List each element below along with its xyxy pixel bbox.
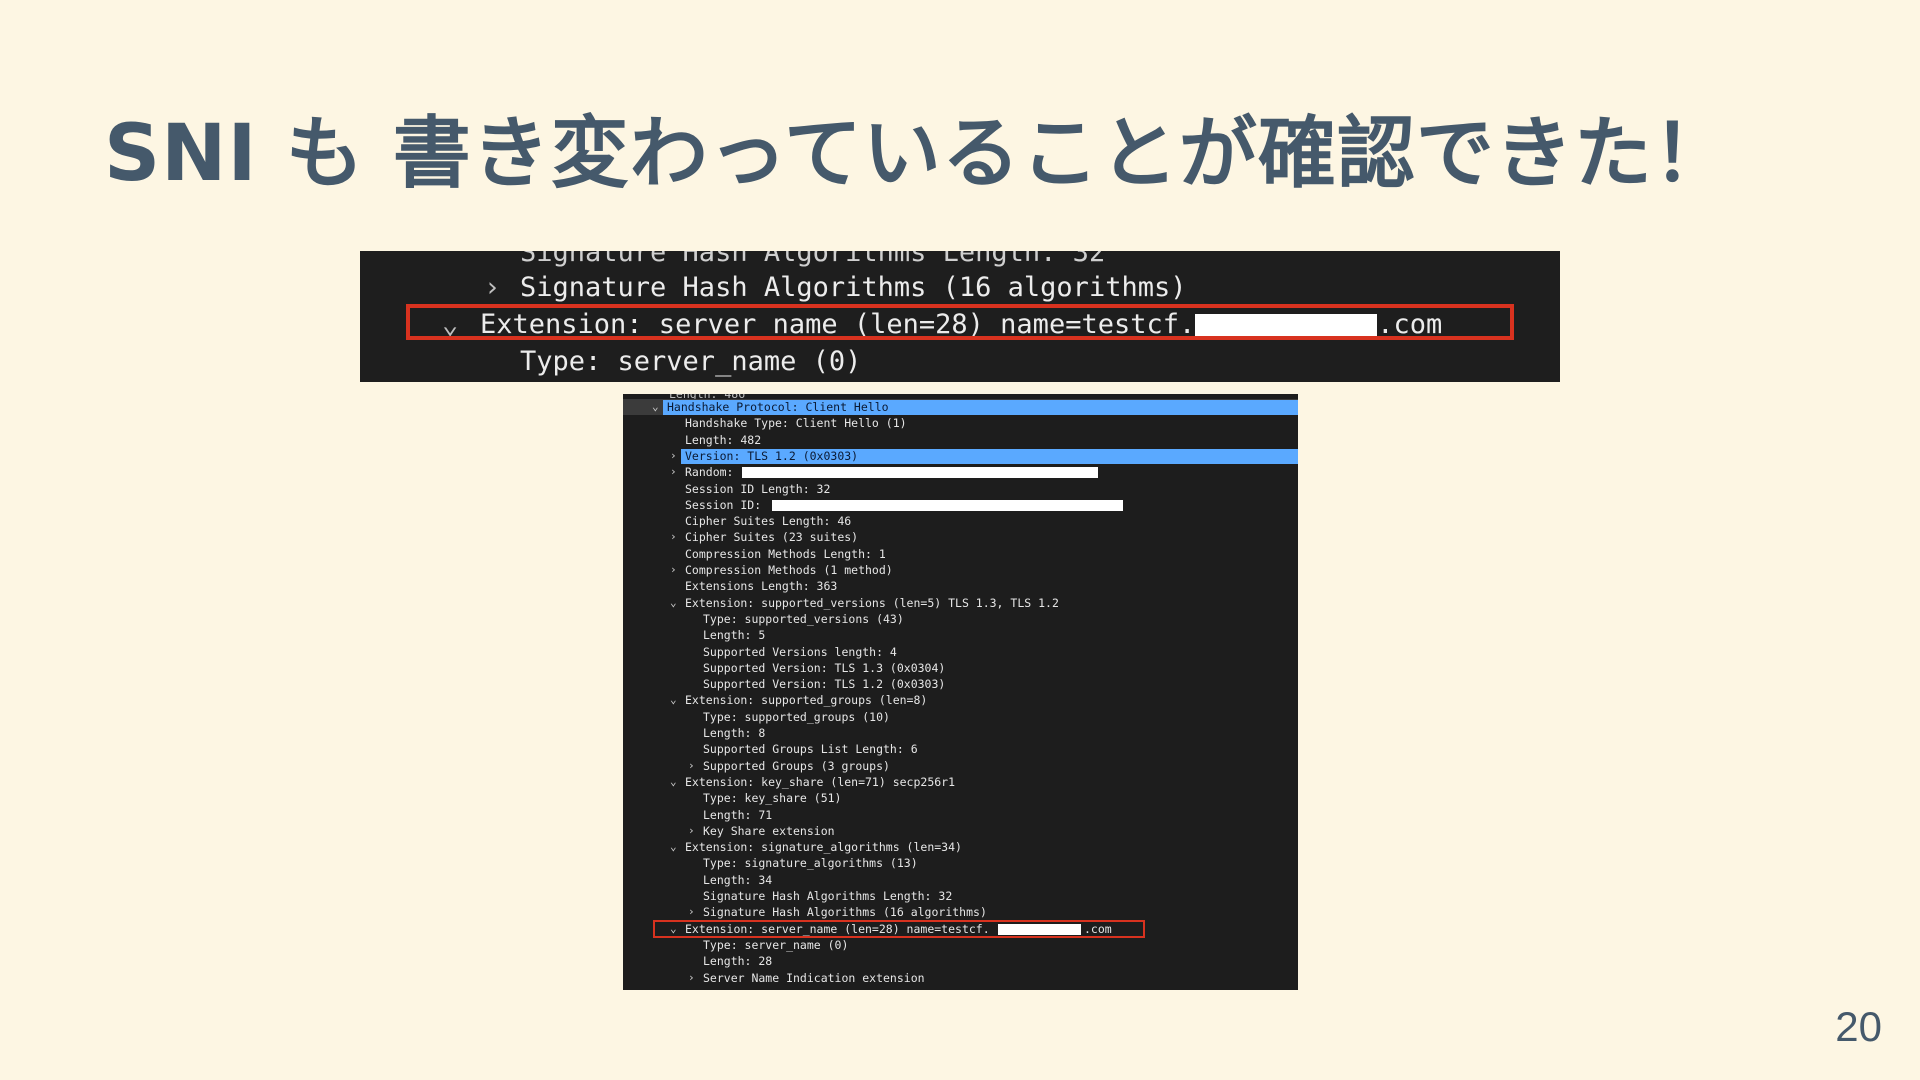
tree-row[interactable]: › Supported Groups (3 groups) [623, 758, 1298, 774]
chevron-right-icon[interactable]: › [688, 758, 695, 774]
tree-row-label: Length: 5 [703, 628, 766, 643]
chevron-right-icon[interactable]: › [688, 823, 695, 839]
tree-row[interactable]: Signature Hash Algorithms Length: 32 [623, 888, 1298, 904]
tree-row-label: Type: key_share (51) [703, 791, 842, 806]
tree-row-label: Session ID: [685, 497, 762, 512]
tree-row[interactable]: ⌄ Extension: key_share (len=71) secp256r1 [623, 774, 1298, 790]
tree-row[interactable]: Extensions Length: 363 [623, 578, 1298, 594]
tree-row[interactable]: Type: supported_versions (43) [623, 611, 1298, 627]
tree-row-label: Type: server_name (0) [703, 937, 849, 952]
tree-row[interactable]: › Cipher Suites (23 suites) [623, 529, 1298, 545]
tree-row[interactable]: Length: 34 [623, 872, 1298, 888]
tree-row[interactable]: › Version: TLS 1.2 (0x0303) [623, 448, 1298, 464]
tree-row-label: Length: 28 [703, 954, 773, 969]
chevron-right-icon[interactable]: › [670, 464, 677, 480]
tree-row[interactable]: Handshake Type: Client Hello (1) [623, 415, 1298, 431]
tree-row[interactable]: Length: 482 [623, 432, 1298, 448]
tree-row[interactable]: › Server Name Indication extension [623, 970, 1298, 986]
tree-row-label: Session ID Length: 32 [685, 481, 831, 496]
tree-row[interactable]: Supported Groups List Length: 6 [623, 741, 1298, 757]
tree-row-label: Extension: server_name (len=28) name=tes… [685, 921, 990, 936]
tree-row-label: Supported Version: TLS 1.2 (0x0303) [703, 677, 946, 692]
tree-row[interactable]: Supported Version: TLS 1.2 (0x0303) [623, 676, 1298, 692]
tree-row[interactable]: ⌄ Handshake Protocol: Client Hello [623, 399, 1298, 416]
zoom-line-signature-algorithms: Signature Hash Algorithms (16 algorithms… [520, 272, 1187, 303]
zoomed-packet-screenshot: Signature Hash Algorithms Length: 32 › S… [360, 251, 1560, 382]
tree-row[interactable]: ⌄ Extension: supported_versions (len=5) T… [623, 595, 1298, 611]
tree-row-label: Compression Methods (1 method) [685, 563, 893, 577]
zoom-cut-line: Signature Hash Algorithms Length: 32 [520, 251, 1106, 268]
tree-row-label: Extension: signature_algorithms (len=34) [685, 840, 962, 855]
tree-row[interactable]: Supported Version: TLS 1.3 (0x0304) [623, 660, 1298, 676]
tree-row-label: Supported Version: TLS 1.3 (0x0304) [703, 660, 946, 675]
tree-row[interactable]: › Random: [623, 464, 1298, 480]
tree-row-label: Supported Groups List Length: 6 [703, 742, 918, 757]
redaction-box [998, 923, 1081, 935]
tree-row[interactable]: Type: server_name (0) [623, 937, 1298, 953]
tree-row[interactable]: Length: 5 [623, 627, 1298, 643]
tree-row-label: Handshake Type: Client Hello (1) [685, 416, 907, 431]
chevron-down-icon[interactable]: ⌄ [670, 921, 677, 937]
tree-row[interactable]: Compression Methods Length: 1 [623, 546, 1298, 562]
chevron-right-icon: › [484, 272, 501, 303]
tree-row-label: Type: supported_groups (10) [703, 709, 890, 724]
tree-row[interactable]: › Key Share extension [623, 823, 1298, 839]
slide-title: SNI も 書き変わっていることが確認できた！ [104, 109, 1732, 199]
tree-row-label: Server Name Indication extension [703, 970, 925, 985]
redaction-box [742, 467, 1098, 479]
tree-row-label: Extension: key_share (len=71) secp256r1 [685, 774, 956, 789]
tree-row-label: Extension: supported_groups (len=8) [685, 693, 928, 708]
tree-row[interactable]: Type: signature_algorithms (13) [623, 855, 1298, 871]
tree-row-label: Supported Versions length: 4 [703, 644, 897, 659]
tree-row[interactable]: ⌄ Extension: supported_groups (len=8) [623, 692, 1298, 708]
tree-row-label: Version: TLS 1.2 (0x0303) [685, 448, 859, 463]
redaction-box [772, 499, 1123, 511]
chevron-down-icon[interactable]: ⌄ [670, 595, 677, 611]
chevron-right-icon[interactable]: › [670, 448, 677, 464]
tree-row[interactable]: Supported Versions length: 4 [623, 644, 1298, 660]
tree-row[interactable]: Length: 28 [623, 953, 1298, 969]
tree-row-label: Signature Hash Algorithms (16 algorithms… [703, 905, 987, 920]
tree-row[interactable]: Cipher Suites Length: 46 [623, 513, 1298, 529]
tree-row-label: Supported Groups (3 groups) [703, 758, 890, 773]
zoom-line-type: Type: server_name (0) [520, 346, 862, 377]
tree-row-label: Type: signature_algorithms (13) [703, 856, 918, 871]
tree-row-label: Signature Hash Algorithms Length: 32 [703, 889, 953, 903]
chevron-down-icon[interactable]: ⌄ [670, 692, 677, 708]
tree-row[interactable]: ⌄ Extension: signature_algorithms (len=34… [623, 839, 1298, 855]
tree-row[interactable]: › Signature Hash Algorithms (16 algorithm… [623, 904, 1298, 920]
tree-row-label: Compression Methods Length: 1 [685, 546, 886, 561]
tree-row-label: Length: 71 [703, 807, 773, 822]
tree-row-label: Length: 482 [685, 432, 762, 447]
tree-row[interactable]: Type: key_share (51) [623, 790, 1298, 806]
chevron-right-icon[interactable]: › [670, 529, 677, 545]
page-number: 20 [1835, 1003, 1882, 1050]
tree-row[interactable]: Type: supported_groups (10) [623, 709, 1298, 725]
tree-row-label: Cipher Suites Length: 46 [685, 514, 852, 529]
packet-tree-screenshot: Length: 486 ⌄ Handshake Protocol: Client … [623, 394, 1298, 990]
chevron-right-icon[interactable]: › [670, 562, 677, 578]
tree-row[interactable]: ⌄ Extension: server_name (len=28) name=te… [623, 921, 1298, 937]
chevron-down-icon[interactable]: ⌄ [670, 774, 677, 790]
chevron-right-icon[interactable]: › [688, 904, 695, 920]
chevron-down-icon[interactable]: ⌄ [670, 839, 677, 855]
tree-row[interactable]: Session ID Length: 32 [623, 481, 1298, 497]
highlight-box [406, 304, 1514, 340]
tree-row-label: Key Share extension [703, 823, 835, 838]
chevron-down-icon[interactable]: ⌄ [652, 399, 659, 415]
tree-row-label: Extensions Length: 363 [685, 579, 838, 594]
tree-row-label: Handshake Protocol: Client Hello [667, 400, 889, 414]
tree-row[interactable]: › Compression Methods (1 method) [623, 562, 1298, 578]
chevron-right-icon[interactable]: › [688, 970, 695, 986]
tree-row[interactable]: Length: 71 [623, 807, 1298, 823]
tree-row[interactable]: Session ID: [623, 497, 1298, 513]
tree-row-suffix: .com [1084, 921, 1112, 936]
tree-row-label: Length: 8 [703, 726, 766, 740]
tree-row-label: Length: 34 [703, 872, 773, 887]
tree-row-label: Type: supported_versions (43) [703, 611, 904, 626]
tree-row-label: Extension: supported_versions (len=5) TL… [685, 595, 1059, 610]
tree-row[interactable]: Length: 8 [623, 725, 1298, 741]
tree-row-label: Random: [685, 465, 734, 480]
tree-row-label: Cipher Suites (23 suites) [685, 530, 859, 545]
